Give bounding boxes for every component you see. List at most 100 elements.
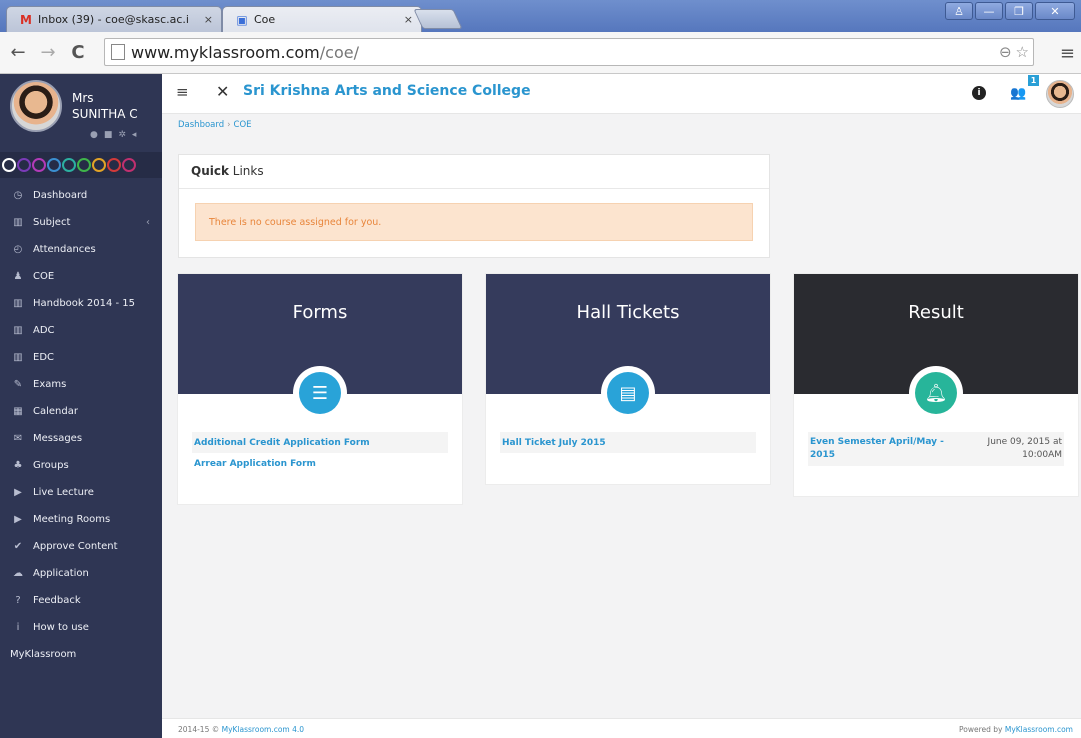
theme-color-swatch[interactable] [92,158,106,172]
menu-icon[interactable]: ≡ [1060,43,1075,64]
address-bar[interactable]: www.myklassroom.com/coe/ ⊖ ☆ [104,38,1034,66]
close-icon[interactable]: × [404,13,413,26]
sidebar: Mrs SUNITHA C ● ■ ✲ ◂ ◷ Dashboard ▥ Subject… [0,74,162,738]
sidebar-item-how-to-use[interactable]: i How to use [0,614,162,641]
sidebar-item-label: Groups [33,460,69,471]
zoom-icon[interactable]: ⊖ [999,43,1012,61]
tab-inbox[interactable]: M Inbox (39) - coe@skasc.ac.i × [6,6,222,32]
reload-icon[interactable]: C [66,41,90,65]
breadcrumb-dashboard[interactable]: Dashboard [178,120,224,130]
clock-icon: ◴ [13,244,23,255]
sidebar-item-label: Calendar [33,406,78,417]
sidebar-item-groups[interactable]: ♣ Groups [0,452,162,479]
tab-coe[interactable]: ▣ Coe × [222,6,422,32]
user-icon[interactable]: ● [90,130,98,140]
hamburger-icon[interactable]: ≡ [176,83,189,101]
video-icon: ▶ [14,514,22,525]
forward-icon[interactable]: → [36,41,60,65]
url-host: www.myklassroom.com [131,42,320,62]
sidebar-item-adc[interactable]: ▥ ADC [0,317,162,344]
result-row: Even Semester April/May - 2015 June 09, … [808,432,1064,466]
sidebar-item-dashboard[interactable]: ◷ Dashboard [0,182,162,209]
sidebar-item-edc[interactable]: ▥ EDC [0,344,162,371]
sidebar-item-messages[interactable]: ✉ Messages [0,425,162,452]
sidebar-brand[interactable]: MyKlassroom [0,641,162,668]
check-icon: ✔ [13,541,23,552]
forms-card-header: Forms ☰ [178,274,462,420]
sidebar-item-exams[interactable]: ✎ Exams [0,371,162,398]
sidebar-item-label: Messages [33,433,83,444]
close-window-icon[interactable]: ✕ [1035,2,1075,20]
users-icon[interactable]: 👥 [1010,86,1026,101]
close-icon[interactable]: × [204,13,213,26]
gmail-icon: M [20,12,32,27]
theme-color-swatch[interactable] [17,158,31,172]
theme-color-swatch[interactable] [107,158,121,172]
theme-color-swatch[interactable] [2,158,16,172]
breadcrumb-current: COE [233,120,252,130]
result-link[interactable]: Even Semester April/May - 2015 [810,436,951,462]
hall-ticket-link[interactable]: Hall Ticket July 2015 [500,432,756,453]
sidebar-item-handbook-2014-15[interactable]: ▥ Handbook 2014 - 15 [0,290,162,317]
profile-name: Mrs SUNITHA C [72,90,138,122]
sidebar-item-subject[interactable]: ▥ Subject ‹ [0,209,162,236]
gear-icon[interactable]: ✲ [118,130,126,140]
form-link[interactable]: Additional Credit Application Form [192,432,448,453]
sidebar-item-label: How to use [33,622,89,633]
minimize-icon[interactable]: — [975,2,1003,20]
form-link[interactable]: Arrear Application Form [192,453,448,474]
tools-icon[interactable]: ✕ [216,82,229,101]
envelope-icon[interactable]: ■ [104,130,113,140]
sidebar-item-application[interactable]: ☁ Application [0,560,162,587]
user-icon[interactable]: ♙ [945,2,973,20]
sidebar-item-label: Approve Content [33,541,118,552]
quick-links-panel: Quick Links There is no course assigned … [178,154,770,258]
sidebar-item-feedback[interactable]: ? Feedback [0,587,162,614]
theme-color-swatch[interactable] [32,158,46,172]
sidebar-item-label: Application [33,568,89,579]
quick-links-title-bold: Quick [191,164,229,178]
sidebar-item-label: ADC [33,325,55,336]
back-icon[interactable]: ← [6,41,30,65]
sidebar-item-coe[interactable]: ♟ COE [0,263,162,290]
chevron-left-icon: ‹ [146,217,150,228]
book-icon: ▥ [13,325,23,336]
book-icon: ▥ [13,352,23,363]
bell-icon: 🔔︎ [915,372,957,414]
footer-powered-link[interactable]: MyKlassroom.com [1005,725,1073,734]
edit-icon: ✎ [13,379,23,390]
video-icon: ▶ [14,487,22,498]
calendar-icon: ▦ [13,406,23,417]
theme-color-swatch[interactable] [77,158,91,172]
tab-title: Coe [254,13,276,26]
sidebar-item-calendar[interactable]: ▦ Calendar [0,398,162,425]
college-title[interactable]: Sri Krishna Arts and Science College [243,83,531,99]
hall-icon-wrap: ▤ [601,366,655,420]
no-course-alert: There is no course assigned for you. [195,203,753,241]
info-icon[interactable]: i [972,86,986,100]
avatar[interactable] [10,80,62,132]
page-icon [111,44,125,60]
maximize-icon[interactable]: ❐ [1005,2,1033,20]
forms-icon-wrap: ☰ [293,366,347,420]
avatar[interactable] [1046,80,1074,108]
info-icon: i [16,622,20,633]
footer-copyright: 2014-15 © MyKlassroom.com 4.0 [178,725,304,734]
sidebar-menu: ◷ Dashboard ▥ Subject ‹ ◴ Attendances ♟ COE ▥ Hand… [0,178,162,668]
envelope-icon: ✉ [13,433,23,444]
footer-powered: Powered by MyKlassroom.com [959,725,1073,734]
sidebar-item-attendances[interactable]: ◴ Attendances [0,236,162,263]
window-controls: ♙ — ❐ ✕ [945,2,1075,20]
sidebar-item-meeting-rooms[interactable]: ▶ Meeting Rooms [0,506,162,533]
sidebar-item-live-lecture[interactable]: ▶ Live Lecture [0,479,162,506]
logout-icon[interactable]: ◂ [132,130,137,140]
theme-color-swatch[interactable] [122,158,136,172]
theme-color-swatch[interactable] [62,158,76,172]
sidebar-item-label: Handbook 2014 - 15 [33,298,136,309]
sidebar-item-approve-content[interactable]: ✔ Approve Content [0,533,162,560]
theme-color-swatch[interactable] [47,158,61,172]
new-tab-button[interactable] [413,9,463,29]
star-icon[interactable]: ☆ [1016,43,1029,61]
footer: 2014-15 © MyKlassroom.com 4.0 Powered by… [162,718,1081,738]
footer-brand-link[interactable]: MyKlassroom.com 4.0 [222,725,304,734]
